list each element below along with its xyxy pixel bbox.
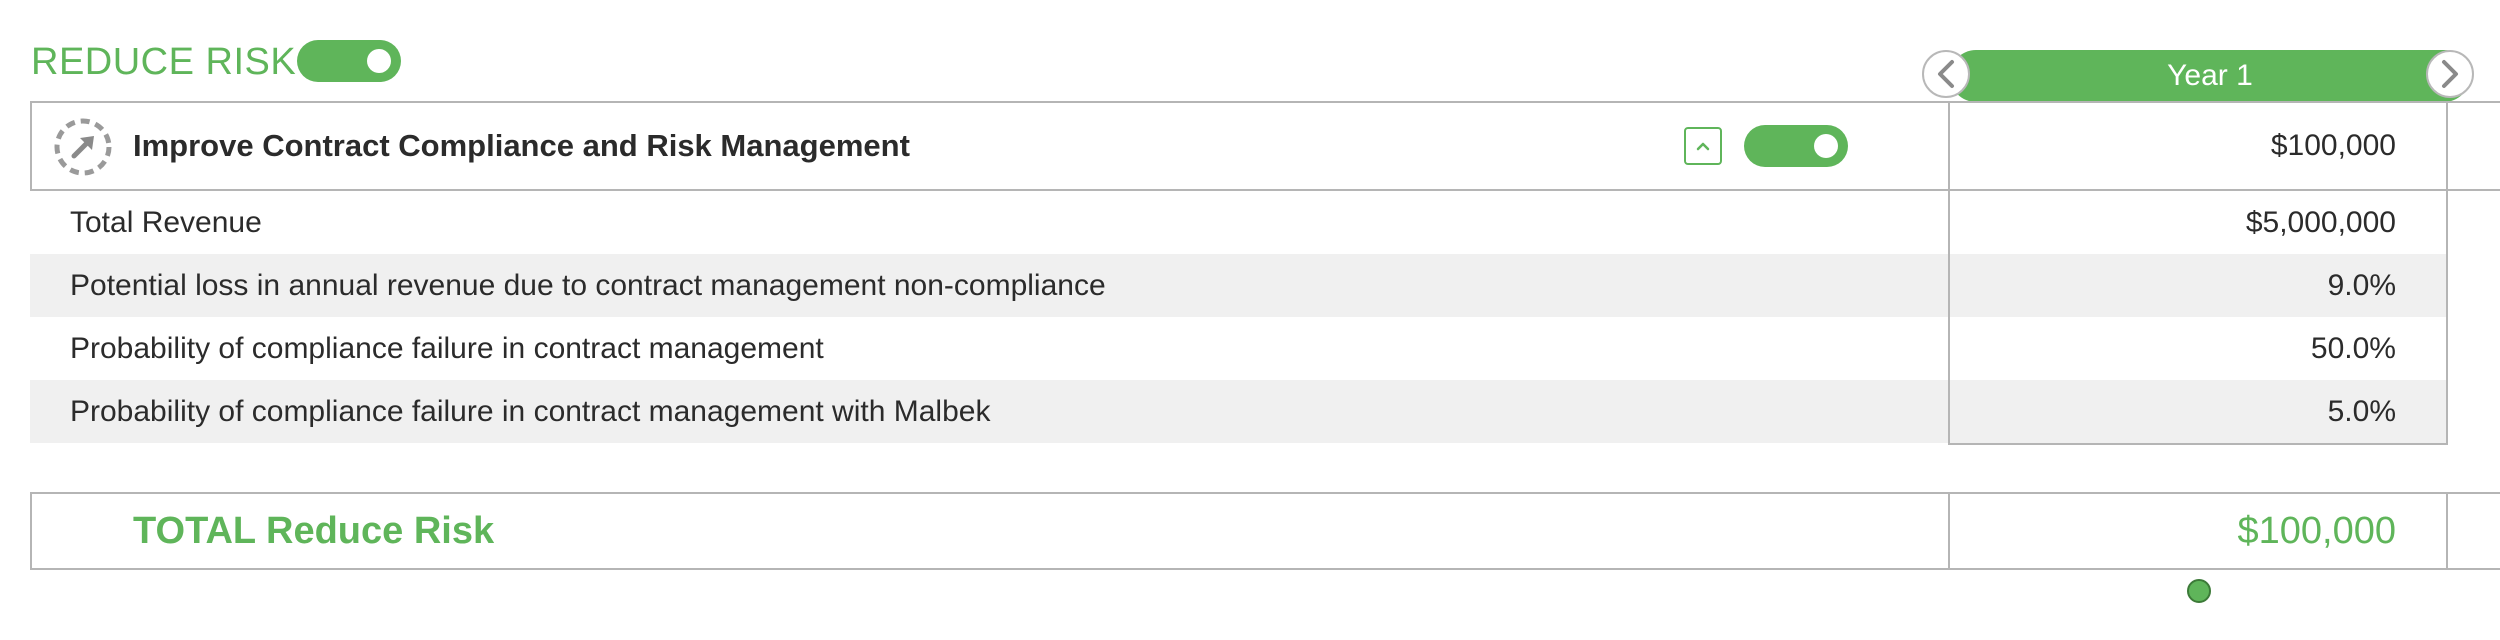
toggle-knob xyxy=(1814,134,1838,158)
total-label: TOTAL Reduce Risk xyxy=(133,510,495,552)
section-toggle[interactable] xyxy=(297,40,401,82)
row-value[interactable]: 50.0% xyxy=(1950,317,2396,380)
prev-year-button[interactable] xyxy=(1922,50,1970,98)
row-label: Total Revenue xyxy=(70,206,262,239)
chevron-right-icon xyxy=(2442,60,2458,88)
total-value: $100,000 xyxy=(2237,510,2397,552)
collapse-button[interactable] xyxy=(1684,127,1722,165)
year-label: Year 1 xyxy=(2167,59,2253,92)
group-title: Improve Contract Compliance and Risk Man… xyxy=(133,128,910,163)
toggle-knob xyxy=(367,49,391,73)
dashed-circle-arrow-icon xyxy=(54,118,112,176)
row-label: Probability of compliance failure in con… xyxy=(70,332,824,365)
group-value: $100,000 xyxy=(2270,129,2396,162)
row-label: Probability of compliance failure in con… xyxy=(70,395,991,428)
row-value[interactable]: 9.0% xyxy=(1950,254,2396,317)
row-value[interactable]: $5,000,000 xyxy=(1950,191,2396,254)
status-dot xyxy=(2187,579,2211,603)
row-label: Potential loss in annual revenue due to … xyxy=(70,269,1106,302)
next-year-button[interactable] xyxy=(2426,50,2474,98)
chevron-up-icon xyxy=(1696,142,1710,151)
row-value[interactable]: 5.0% xyxy=(1950,380,2396,443)
group-toggle[interactable] xyxy=(1744,125,1848,167)
chevron-left-icon xyxy=(1938,60,1954,88)
section-title: REDUCE RISK xyxy=(31,41,297,83)
